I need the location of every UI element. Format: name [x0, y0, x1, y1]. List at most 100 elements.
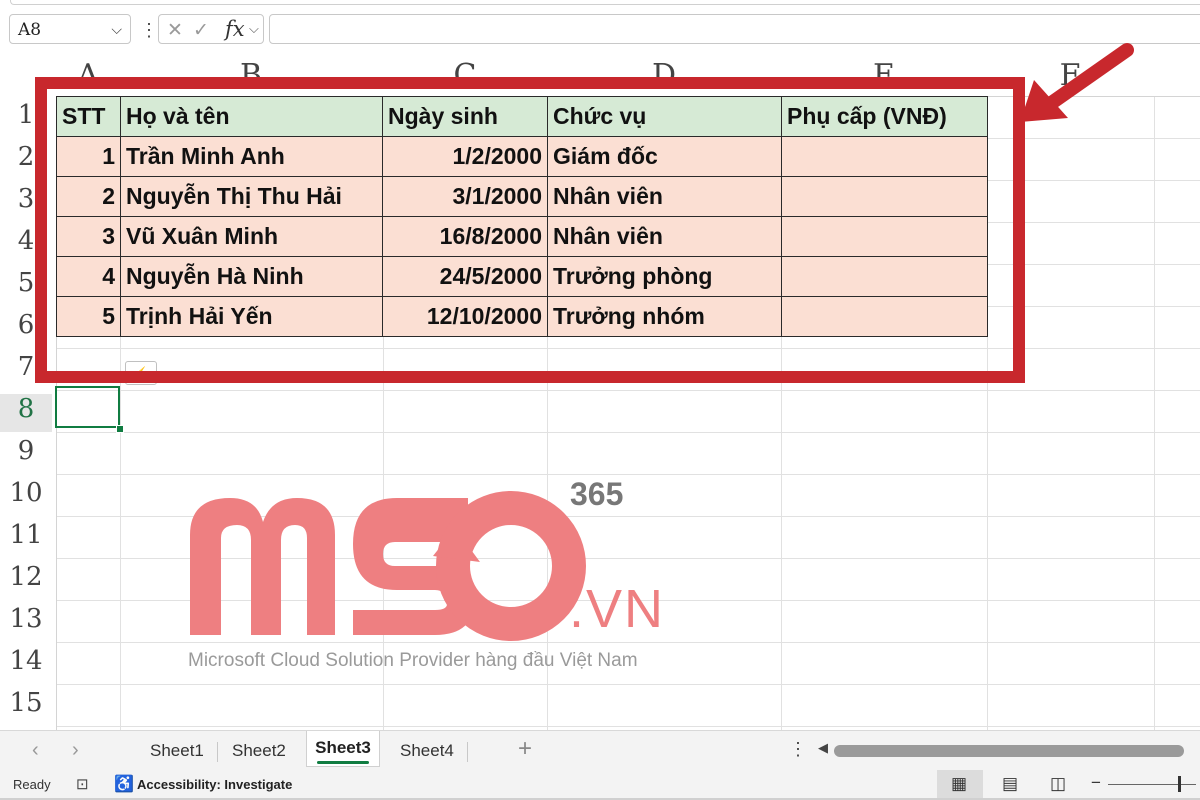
row-header-7[interactable]: 7	[0, 352, 52, 390]
row-header-3[interactable]: 3	[0, 184, 52, 222]
table-cell[interactable]: Trần Minh Anh	[120, 136, 383, 177]
watermark-365: 365	[570, 476, 624, 512]
table-cell[interactable]	[781, 136, 988, 177]
table-cell[interactable]: Nguyễn Thị Thu Hải	[120, 176, 383, 217]
table-header-row: STT Họ và tên Ngày sinh Chức vụ Phụ cấp (VNĐ…	[56, 96, 988, 137]
table-cell[interactable]: 4	[56, 256, 121, 297]
prev-sheet-icon[interactable]: ‹	[32, 739, 39, 762]
macro-recording-icon[interactable]: ⊡	[76, 775, 89, 793]
table-row: 4 Nguyễn Hà Ninh 24/5/2000 Trưởng phòng	[56, 256, 988, 297]
row-header-12[interactable]: 12	[0, 562, 52, 600]
status-ready: Ready	[13, 777, 51, 792]
table-cell[interactable]: 2	[56, 176, 121, 217]
table-cell[interactable]	[781, 216, 988, 257]
fill-handle[interactable]	[116, 425, 124, 433]
table-cell[interactable]: 1	[56, 136, 121, 177]
chevron-down-icon[interactable]: ⌵	[111, 21, 122, 38]
row-header-8[interactable]: 8	[0, 394, 52, 432]
column-header-c[interactable]: C	[454, 58, 477, 93]
table-cell[interactable]: Nhân viên	[547, 216, 782, 257]
quick-analysis-icon[interactable]: ⚡	[125, 361, 157, 385]
tab-divider	[217, 742, 218, 762]
zoom-slider-thumb[interactable]	[1178, 776, 1181, 792]
chevron-down-icon[interactable]: ⌵	[249, 21, 259, 37]
page-break-preview-icon[interactable]: ◫	[1050, 774, 1066, 794]
normal-view-icon: ▦	[951, 774, 968, 793]
row-header-2[interactable]: 2	[0, 142, 52, 180]
cancel-icon[interactable]: ✕	[167, 19, 183, 42]
row-header-10[interactable]: 10	[0, 478, 52, 516]
name-box-value: A8	[18, 20, 42, 40]
table-cell[interactable]	[781, 256, 988, 297]
gridline-horizontal	[0, 726, 1200, 727]
column-header-b[interactable]: B	[240, 58, 262, 93]
row-header-11[interactable]: 11	[0, 520, 52, 558]
data-table[interactable]: STT Họ và tên Ngày sinh Chức vụ Phụ cấp (VNĐ…	[56, 96, 988, 337]
row-header-4[interactable]: 4	[0, 226, 52, 264]
more-options-icon[interactable]: ⋮	[140, 20, 158, 41]
table-cell[interactable]: Trịnh Hải Yến	[120, 296, 383, 337]
zoom-slider[interactable]	[1108, 784, 1196, 785]
formula-actions: ✕ ✓ fx ⌵	[158, 14, 264, 44]
table-header-cell[interactable]: Chức vụ	[547, 96, 782, 137]
horizontal-scrollbar[interactable]	[834, 745, 1184, 757]
table-cell[interactable]: Trưởng nhóm	[547, 296, 782, 337]
table-cell[interactable]: 12/10/2000	[382, 296, 548, 337]
active-tab-indicator	[317, 761, 369, 764]
sheet-tabs-bar: ‹ › Sheet1 Sheet2 Sheet3 Sheet4 + ⋮ ◀	[0, 730, 1200, 771]
tab-sheet1[interactable]: Sheet1	[150, 741, 204, 761]
table-cell[interactable]: 24/5/2000	[382, 256, 548, 297]
column-header-e[interactable]: E	[873, 58, 895, 93]
gridline-horizontal	[0, 348, 1200, 349]
row-header-6[interactable]: 6	[0, 310, 52, 348]
watermark-tagline: Microsoft Cloud Solution Provider hàng đ…	[188, 650, 638, 671]
accessibility-icon[interactable]: ♿	[114, 774, 134, 794]
row-headers: 1 2 3 4 5 6 7 8 9 10 11 12 13 14 15	[0, 96, 57, 730]
add-sheet-icon[interactable]: +	[518, 735, 532, 763]
table-header-cell[interactable]: Ngày sinh	[382, 96, 548, 137]
table-header-cell[interactable]: STT	[56, 96, 121, 137]
tab-sheet4[interactable]: Sheet4	[400, 741, 454, 761]
row-header-14[interactable]: 14	[0, 646, 52, 684]
table-cell[interactable]	[781, 296, 988, 337]
tab-sheet3-label: Sheet3	[315, 738, 371, 757]
zoom-out-icon[interactable]: −	[1091, 773, 1101, 793]
table-cell[interactable]: 1/2/2000	[382, 136, 548, 177]
more-options-icon[interactable]: ⋮	[789, 739, 807, 760]
selected-cell-a8[interactable]	[55, 386, 120, 428]
tab-sheet2[interactable]: Sheet2	[232, 741, 286, 761]
table-cell[interactable]: Nhân viên	[547, 176, 782, 217]
table-cell[interactable]	[781, 176, 988, 217]
tab-sheet3[interactable]: Sheet3	[306, 731, 380, 767]
row-header-1[interactable]: 1	[0, 100, 52, 138]
table-cell[interactable]: 5	[56, 296, 121, 337]
table-cell[interactable]: Giám đốc	[547, 136, 782, 177]
row-header-9[interactable]: 9	[0, 436, 52, 474]
table-cell[interactable]: Vũ Xuân Minh	[120, 216, 383, 257]
tab-divider	[467, 742, 468, 762]
next-sheet-icon[interactable]: ›	[72, 739, 79, 762]
table-header-cell[interactable]: Họ và tên	[120, 96, 383, 137]
column-header-d[interactable]: D	[652, 58, 676, 93]
insert-function-icon[interactable]: fx	[225, 17, 245, 41]
gridline-vertical	[1154, 56, 1155, 730]
gridline-horizontal	[0, 432, 1200, 433]
table-cell[interactable]: 16/8/2000	[382, 216, 548, 257]
name-box[interactable]: A8 ⌵	[9, 14, 131, 44]
row-header-5[interactable]: 5	[0, 268, 52, 306]
watermark-suffix: .VN	[569, 579, 666, 639]
scroll-left-icon[interactable]: ◀	[818, 740, 828, 756]
table-cell[interactable]: Nguyễn Hà Ninh	[120, 256, 383, 297]
row-header-15[interactable]: 15	[0, 688, 52, 726]
table-cell[interactable]: 3	[56, 216, 121, 257]
column-header-a[interactable]: A	[77, 58, 99, 93]
row-header-13[interactable]: 13	[0, 604, 52, 642]
table-header-cell[interactable]: Phụ cấp (VNĐ)	[781, 96, 988, 137]
normal-view-button[interactable]: ▦	[937, 770, 983, 798]
table-cell[interactable]: Trưởng phòng	[547, 256, 782, 297]
accessibility-status[interactable]: Accessibility: Investigate	[137, 777, 292, 792]
page-layout-icon[interactable]: ▤	[1002, 774, 1018, 794]
table-cell[interactable]: 3/1/2000	[382, 176, 548, 217]
check-icon[interactable]: ✓	[193, 19, 209, 42]
gridline-horizontal	[0, 684, 1200, 685]
